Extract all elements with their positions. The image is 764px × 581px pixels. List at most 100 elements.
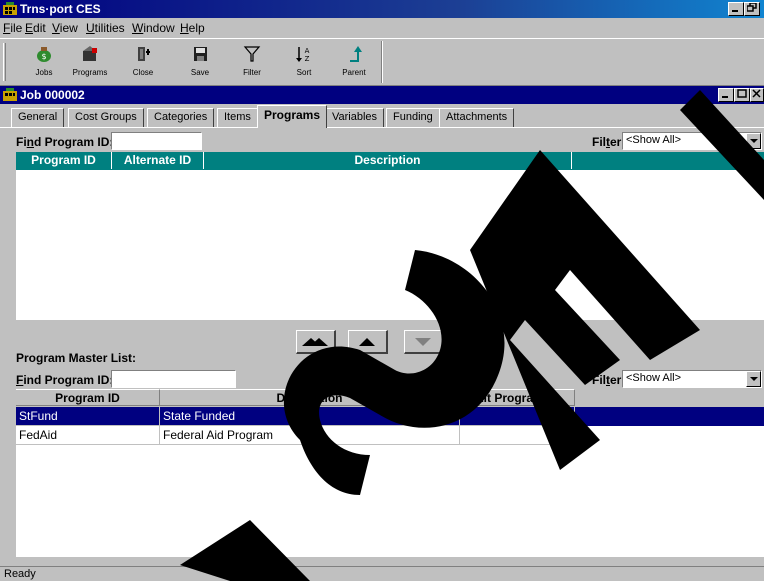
sort-button[interactable]: AZ Sort (280, 43, 328, 83)
maximize-icon (737, 89, 747, 98)
col-description[interactable]: Description (160, 389, 460, 406)
filter-button[interactable]: Filter (228, 43, 276, 83)
master-grid-header: Program ID Description Alt Program ID (16, 389, 764, 407)
move-buttons (296, 330, 496, 356)
tab-attachments[interactable]: Attachments (439, 108, 515, 127)
col-alternate-id[interactable]: Alternate ID (112, 152, 204, 169)
filter-select-top[interactable]: <Show All> (622, 132, 762, 150)
minimize-icon (722, 96, 728, 98)
down-arrow-icon (415, 338, 431, 346)
app-title: Trns·port CES (20, 2, 101, 16)
tab-funding[interactable]: Funding (386, 108, 440, 127)
menu-help[interactable]: Help (180, 21, 205, 35)
cell-program-id: FedAid (16, 426, 160, 445)
table-row[interactable]: StFund State Funded (16, 407, 764, 426)
filter-label: Filter (243, 68, 261, 77)
tab-items[interactable]: Items (217, 108, 258, 127)
programs-grid-body[interactable] (16, 170, 764, 320)
up-arrow-icon (359, 338, 375, 346)
menu-file[interactable]: File (3, 21, 22, 35)
master-find-label: Find Program ID: (16, 373, 114, 387)
filter-funnel-icon (243, 46, 261, 62)
remove-all-button[interactable] (452, 330, 492, 354)
col-description[interactable]: Description (204, 152, 572, 169)
programs-icon (83, 46, 97, 61)
filter-select-master[interactable]: <Show All> (622, 370, 762, 388)
programs-grid-header: Program ID Alternate ID Description (16, 152, 764, 170)
chevron-down-icon[interactable] (746, 133, 761, 149)
job-window-title: Job 000002 (20, 88, 85, 102)
master-grid-body: StFund State Funded FedAid Federal Aid P… (16, 407, 764, 557)
cell-program-id: StFund (16, 407, 160, 426)
double-up-arrow-icon (302, 338, 328, 346)
save-button[interactable]: Save (176, 43, 224, 83)
filter-select-top-value: <Show All> (626, 134, 682, 146)
minimize-button[interactable] (728, 2, 744, 16)
tab-variables[interactable]: Variables (325, 108, 385, 127)
cell-description: Federal Aid Program (160, 426, 460, 445)
master-find-input[interactable] (111, 370, 236, 388)
child-minimize-button[interactable] (718, 88, 734, 102)
restore-icon (746, 2, 757, 12)
status-bar: Ready (0, 566, 764, 581)
job-window: Job 000002 General Cost Groups Categorie… (0, 86, 764, 566)
find-program-id-input[interactable] (111, 132, 202, 150)
app-logo-icon (3, 2, 17, 15)
sort-label: Sort (296, 68, 312, 77)
job-window-icon (3, 88, 17, 101)
tab-categories[interactable]: Categories (147, 108, 215, 127)
save-disk-icon (194, 47, 207, 61)
close-icon (752, 89, 761, 98)
close-door-icon (138, 47, 150, 61)
menu-view[interactable]: View (52, 21, 78, 35)
tab-programs[interactable]: Programs (257, 105, 328, 128)
col-alt-program-id[interactable]: Alt Program ID (460, 389, 575, 406)
menu-window[interactable]: Window (132, 21, 175, 35)
child-maximize-button[interactable] (734, 88, 750, 102)
table-row[interactable]: FedAid Federal Aid Program (16, 426, 576, 445)
add-button[interactable] (348, 330, 388, 354)
status-text: Ready (4, 568, 36, 580)
remove-button[interactable] (404, 330, 444, 354)
filter-label-master: Filter: (592, 373, 626, 387)
toolbar: $ Jobs Programs Close Save Filter AZ Sor… (0, 38, 764, 86)
jobs-button[interactable]: $ Jobs (20, 43, 68, 83)
double-down-arrow-icon (458, 338, 484, 346)
close-button[interactable]: Close (119, 43, 167, 83)
add-all-button[interactable] (296, 330, 336, 354)
chevron-down-icon[interactable] (746, 371, 761, 387)
jobs-label: Jobs (35, 68, 53, 77)
filter-select-master-value: <Show All> (626, 372, 682, 384)
tab-general[interactable]: General (11, 108, 65, 127)
svg-text:$: $ (41, 52, 46, 61)
child-close-button[interactable] (750, 88, 764, 102)
programs-label: Programs (72, 68, 108, 77)
close-label: Close (132, 68, 154, 77)
col-program-id[interactable]: Program ID (16, 389, 160, 406)
filter-label-top: Filter: (592, 135, 626, 149)
cell-alt-program-id (460, 407, 575, 426)
app-titlebar: Trns·port CES (0, 0, 764, 18)
menu-utilities[interactable]: Utilities (86, 21, 125, 35)
restore-button[interactable] (744, 2, 760, 16)
toolbar-separator (381, 41, 383, 83)
parent-button[interactable]: Parent (330, 43, 378, 83)
sort-az-icon: AZ (296, 47, 310, 63)
col-program-id[interactable]: Program ID (16, 152, 112, 169)
parent-arrow-icon (350, 46, 362, 62)
find-program-id-label: Find Program ID: (16, 135, 114, 149)
tab-strip-border (0, 127, 764, 128)
save-label: Save (190, 68, 210, 77)
minimize-icon (732, 10, 738, 12)
cell-description: State Funded (160, 407, 460, 426)
jobs-icon: $ (37, 47, 51, 62)
svg-text:Z: Z (305, 55, 310, 63)
tab-cost-groups[interactable]: Cost Groups (68, 108, 144, 127)
menu-bar: File Edit View Utilities Window Help (0, 18, 764, 38)
menu-edit[interactable]: Edit (25, 21, 46, 35)
job-window-titlebar: Job 000002 (0, 86, 764, 104)
parent-label: Parent (342, 68, 366, 77)
programs-button[interactable]: Programs (66, 43, 114, 83)
toolbar-grip[interactable] (3, 43, 6, 81)
program-master-list-heading: Program Master List: (16, 351, 137, 365)
